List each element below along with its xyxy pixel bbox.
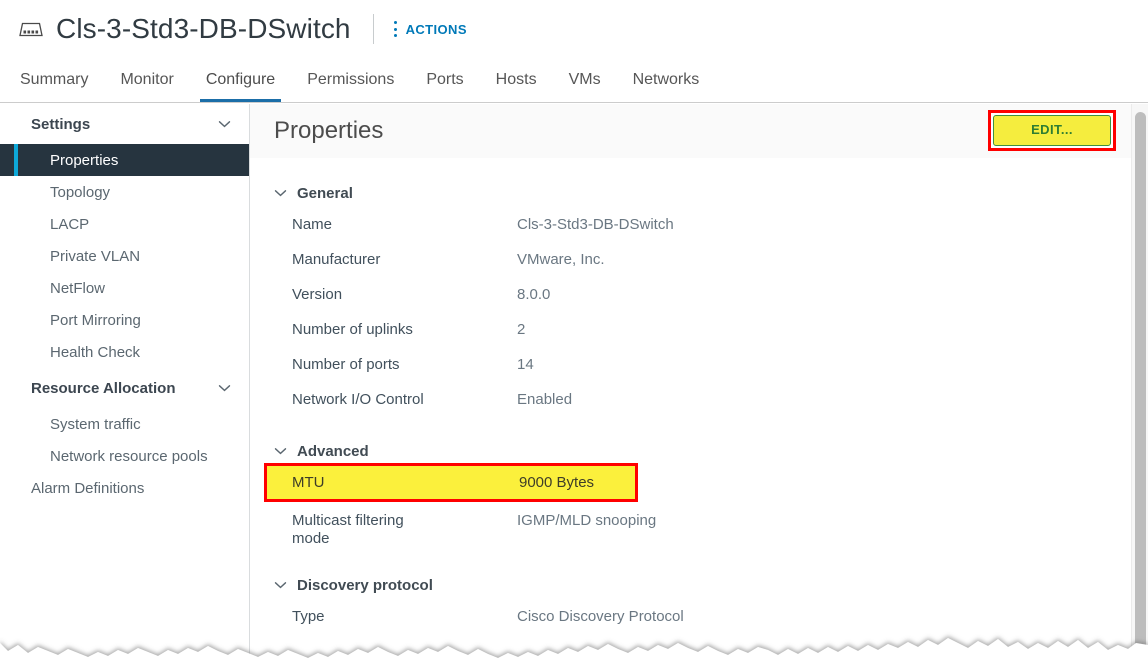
section-title: Advanced	[297, 442, 369, 460]
property-label: MTU	[292, 473, 325, 491]
section-header-general[interactable]: General	[250, 178, 1148, 208]
property-row-number-of-uplinks: Number of uplinks 2	[250, 313, 1148, 348]
property-row-number-of-ports: Number of ports 14	[250, 348, 1148, 383]
sidebar-group-resource-allocation-label: Resource Allocation	[31, 379, 176, 397]
kebab-menu-icon	[393, 21, 398, 37]
property-label: Number of uplinks	[292, 321, 413, 338]
section-title: Discovery protocol	[297, 576, 433, 594]
edit-button-highlight: EDIT...	[988, 110, 1116, 151]
property-value: Enabled	[517, 391, 573, 408]
sidebar-item-network-resource-pools[interactable]: Network resource pools	[0, 440, 249, 472]
property-row-mtu: MTU 9000 Bytes	[264, 463, 638, 502]
sidebar-item-label: Topology	[50, 183, 111, 201]
tab-hosts[interactable]: Hosts	[480, 58, 553, 102]
property-row-network-io-control: Network I/O Control Enabled	[250, 383, 1148, 418]
chevron-down-icon	[274, 582, 287, 589]
chevron-down-icon	[274, 448, 287, 455]
vsphere-client-window: Cls-3-Std3-DB-DSwitch ACTIONS Summary Mo…	[0, 0, 1148, 669]
properties-list: General Name Cls-3-Std3-DB-DSwitch Manuf…	[250, 158, 1148, 635]
sidebar-item-label: Network resource pools	[50, 447, 208, 465]
sidebar-item-label: NetFlow	[50, 279, 106, 297]
property-row-type: Type Cisco Discovery Protocol	[250, 600, 1148, 635]
actions-menu-button[interactable]: ACTIONS	[393, 16, 467, 42]
properties-header: Properties EDIT...	[250, 104, 1148, 158]
tab-vms[interactable]: VMs	[553, 58, 617, 102]
property-label: Name	[292, 216, 333, 233]
tab-monitor[interactable]: Monitor	[104, 58, 189, 102]
chevron-down-icon	[274, 190, 287, 197]
sidebar-item-label: Properties	[50, 151, 119, 169]
object-titlebar: Cls-3-Std3-DB-DSwitch ACTIONS	[0, 0, 1148, 58]
section-title: General	[297, 184, 353, 202]
edit-button[interactable]: EDIT...	[993, 115, 1111, 146]
property-label: Network I/O Control	[292, 391, 424, 408]
property-label: Number of ports	[292, 356, 400, 373]
object-tab-bar: Summary Monitor Configure Permissions Po…	[0, 58, 1148, 103]
sidebar-item-label: Health Check	[50, 343, 141, 361]
property-row-multicast-filtering-mode: Multicast filtering mode IGMP/MLD snoopi…	[250, 504, 1148, 548]
vertical-scrollbar-track[interactable]	[1131, 104, 1148, 669]
sidebar-item-lacp[interactable]: LACP	[0, 208, 249, 240]
distributed-switch-icon	[19, 22, 43, 37]
property-row-name: Name Cls-3-Std3-DB-DSwitch	[250, 208, 1148, 243]
property-value: 8.0.0	[517, 286, 551, 303]
property-label: Type	[292, 608, 325, 625]
section-header-advanced[interactable]: Advanced	[250, 436, 1148, 466]
property-row-version: Version 8.0.0	[250, 278, 1148, 313]
sidebar-item-system-traffic[interactable]: System traffic	[0, 408, 249, 440]
property-value: 2	[517, 321, 526, 338]
sidebar-group-settings-label: Settings	[31, 115, 91, 133]
property-label: Multicast filtering mode	[292, 512, 404, 547]
actions-menu-label: ACTIONS	[405, 21, 467, 37]
sidebar-item-private-vlan[interactable]: Private VLAN	[0, 240, 249, 272]
chevron-down-icon	[218, 121, 231, 128]
title-divider	[372, 14, 374, 44]
sidebar-item-label: Private VLAN	[50, 247, 141, 265]
property-value: IGMP/MLD snooping	[517, 512, 657, 529]
property-row-manufacturer: Manufacturer VMware, Inc.	[250, 243, 1148, 278]
sidebar-group-resource-allocation[interactable]: Resource Allocation	[0, 368, 249, 408]
sidebar-item-label: System traffic	[50, 415, 141, 433]
property-value: VMware, Inc.	[517, 251, 605, 268]
section-header-discovery-protocol[interactable]: Discovery protocol	[250, 570, 1148, 600]
property-value: 9000 Bytes	[519, 473, 595, 491]
page-title: Cls-3-Std3-DB-DSwitch	[56, 13, 351, 44]
tab-configure[interactable]: Configure	[190, 58, 291, 102]
properties-panel: Properties EDIT... General Name Cls-3-St…	[250, 104, 1148, 669]
property-label: Manufacturer	[292, 251, 381, 268]
vertical-scrollbar-thumb[interactable]	[1135, 112, 1146, 652]
tab-summary[interactable]: Summary	[4, 58, 104, 102]
sidebar-item-topology[interactable]: Topology	[0, 176, 249, 208]
property-value: Cisco Discovery Protocol	[517, 608, 684, 625]
sidebar-item-label: LACP	[50, 215, 90, 233]
sidebar-item-properties[interactable]: Properties	[0, 144, 249, 176]
tab-permissions[interactable]: Permissions	[291, 58, 410, 102]
tab-networks[interactable]: Networks	[617, 58, 716, 102]
property-value: Cls-3-Std3-DB-DSwitch	[517, 216, 674, 233]
sidebar-item-label: Alarm Definitions	[31, 479, 145, 497]
property-label: Version	[292, 286, 343, 303]
sidebar-item-health-check[interactable]: Health Check	[0, 336, 249, 368]
sidebar-item-alarm-definitions[interactable]: Alarm Definitions	[0, 472, 249, 504]
sidebar-group-settings[interactable]: Settings	[0, 104, 249, 144]
property-value: 14	[517, 356, 534, 373]
sidebar-item-label: Port Mirroring	[50, 311, 141, 329]
sidebar-item-netflow[interactable]: NetFlow	[0, 272, 249, 304]
configure-sidebar: Settings Properties Topology LACP Privat…	[0, 104, 250, 669]
sidebar-item-port-mirroring[interactable]: Port Mirroring	[0, 304, 249, 336]
tab-ports[interactable]: Ports	[410, 58, 479, 102]
chevron-down-icon	[218, 385, 231, 392]
properties-title: Properties	[274, 117, 384, 144]
